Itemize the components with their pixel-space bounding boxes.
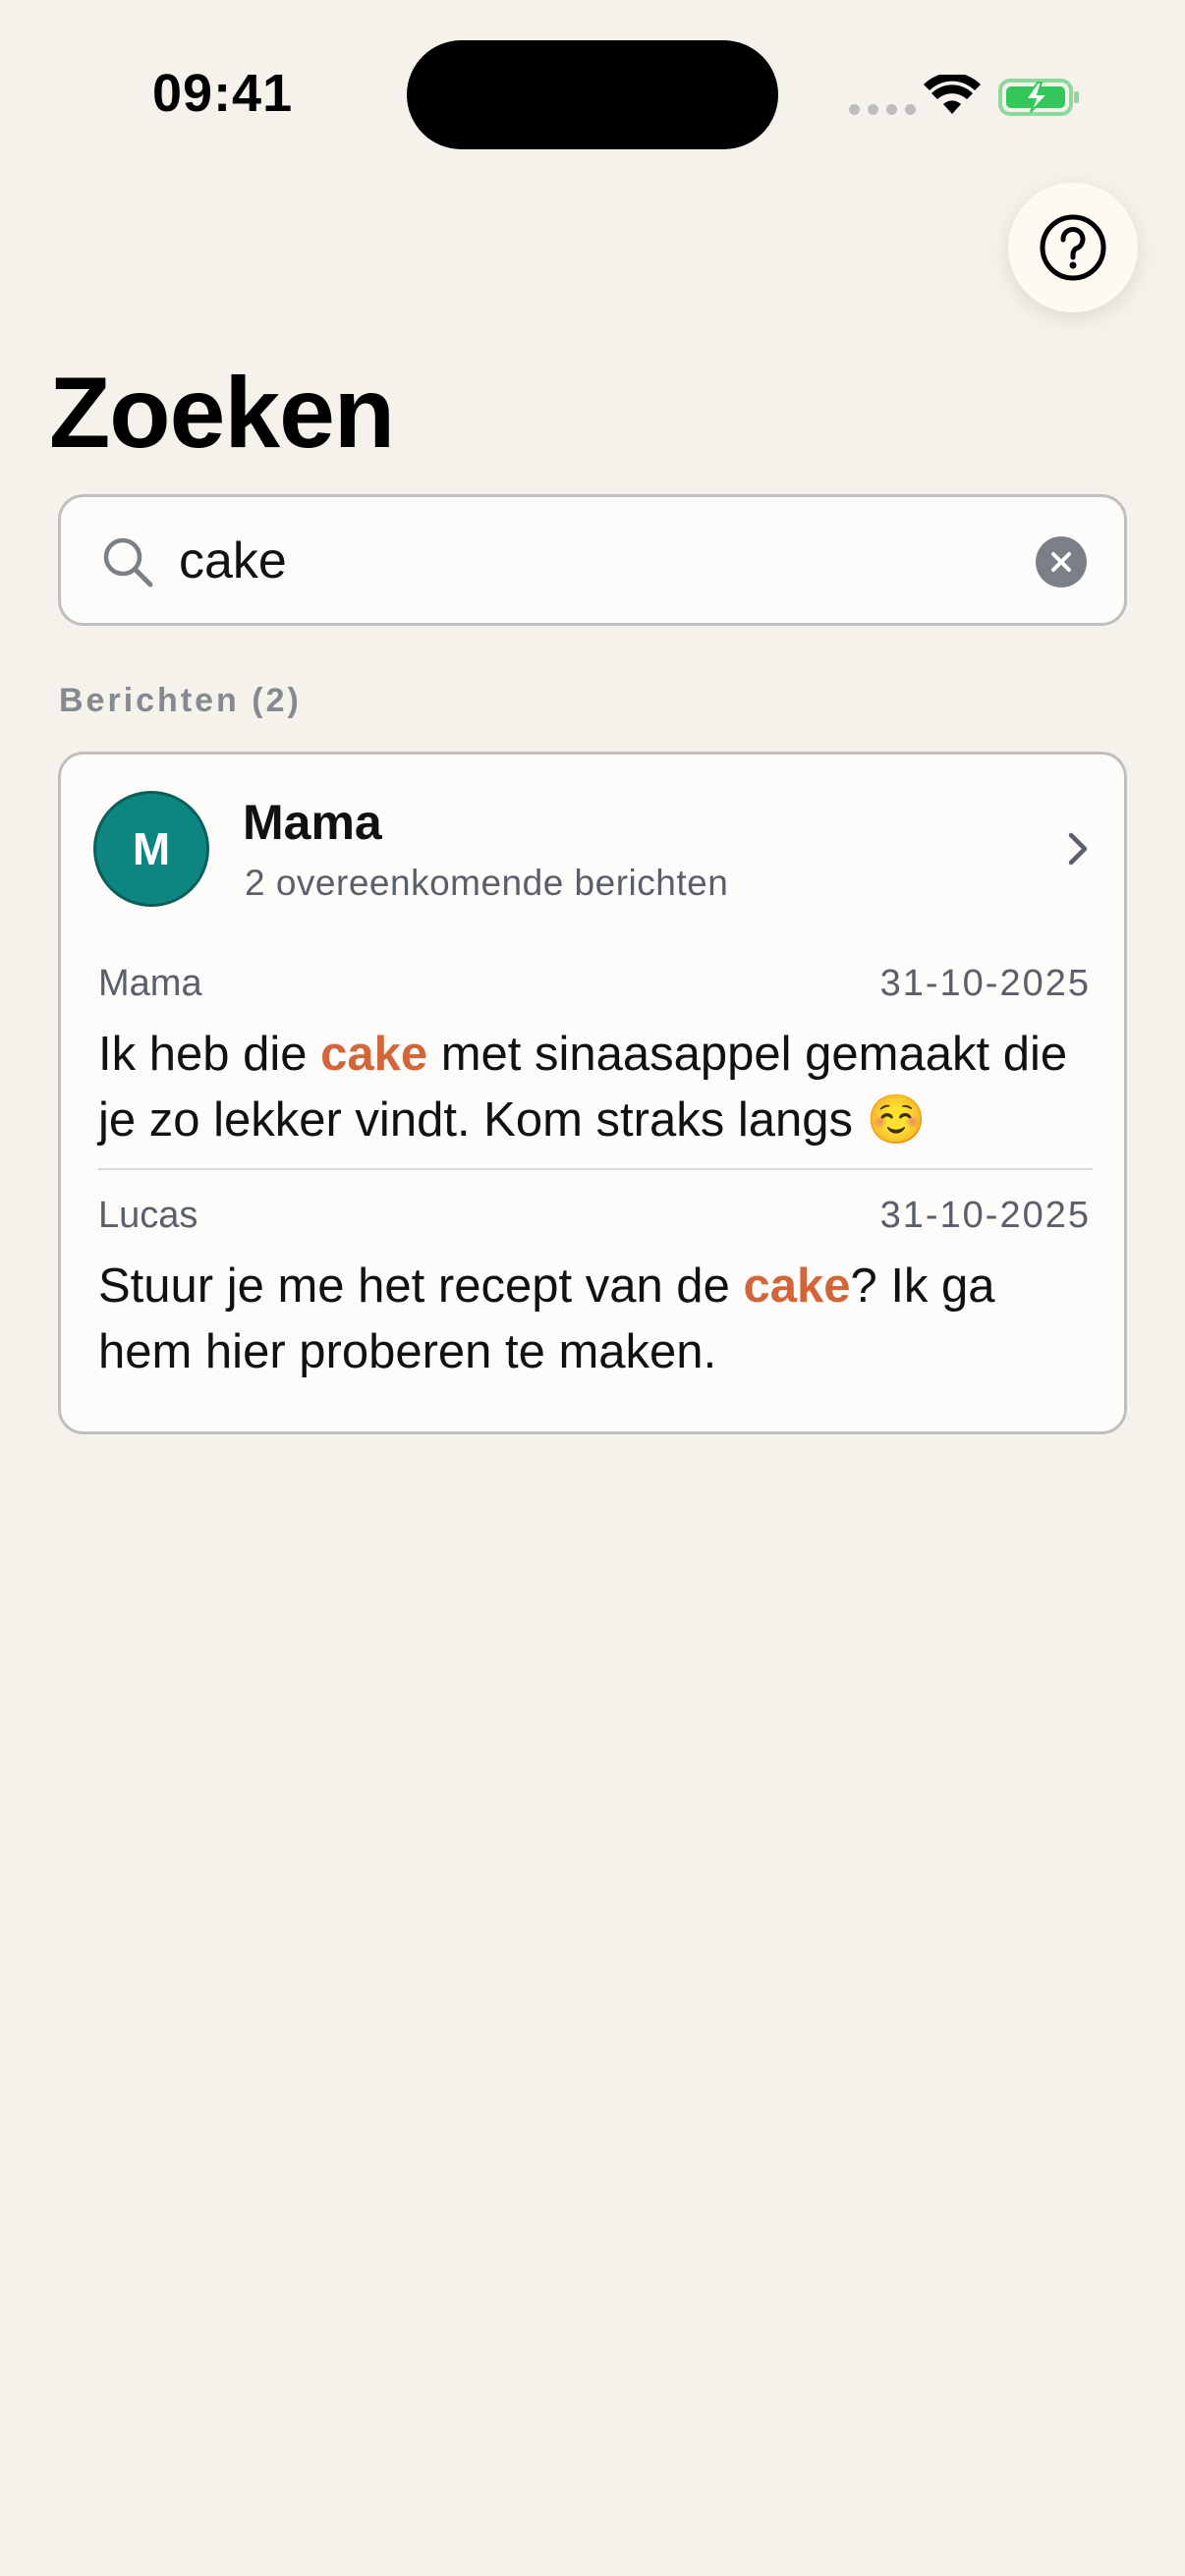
message-sender: Mama	[98, 963, 202, 1004]
message-text-before: Ik heb die	[98, 1028, 321, 1081]
message-text: Ik heb die cake met sinaasappel gemaakt …	[98, 1022, 1091, 1153]
question-circle-icon	[1040, 214, 1106, 281]
message-text-before: Stuur je me het recept van de	[98, 1260, 744, 1313]
wifi-icon	[924, 75, 981, 114]
page-title: Zoeken	[49, 357, 395, 469]
status-time: 09:41	[152, 64, 294, 123]
search-screen: 09:41 Zoeken cake Berichten (2) M Mama 2…	[0, 0, 1185, 2576]
result-card: M Mama 2 overeenkomende berichten Mama 3…	[58, 752, 1127, 1434]
search-field[interactable]	[58, 494, 1127, 626]
conversation-row[interactable]: M Mama 2 overeenkomende berichten	[61, 755, 1124, 941]
help-button[interactable]	[1008, 183, 1138, 312]
search-highlight: cake	[320, 1028, 428, 1081]
divider	[98, 1168, 1093, 1170]
search-icon	[103, 537, 153, 588]
chevron-right-icon	[1068, 832, 1088, 866]
message-date: 31-10-2025	[879, 1195, 1091, 1236]
cellular-signal-icon	[849, 104, 916, 115]
search-input[interactable]	[179, 527, 1044, 595]
search-highlight: cake	[743, 1260, 851, 1313]
conversation-name: Mama	[243, 795, 382, 850]
close-icon	[1051, 552, 1071, 572]
message-sender: Lucas	[98, 1195, 198, 1236]
message-date: 31-10-2025	[879, 963, 1091, 1004]
battery-charging-icon	[998, 79, 1079, 116]
avatar: M	[93, 791, 209, 907]
section-header-messages: Berichten (2)	[59, 682, 302, 719]
dynamic-island	[407, 40, 778, 149]
clear-search-button[interactable]	[1036, 536, 1087, 588]
message-text: Stuur je me het recept van de cake? Ik g…	[98, 1254, 1091, 1385]
conversation-match-count: 2 overeenkomende berichten	[245, 863, 729, 903]
